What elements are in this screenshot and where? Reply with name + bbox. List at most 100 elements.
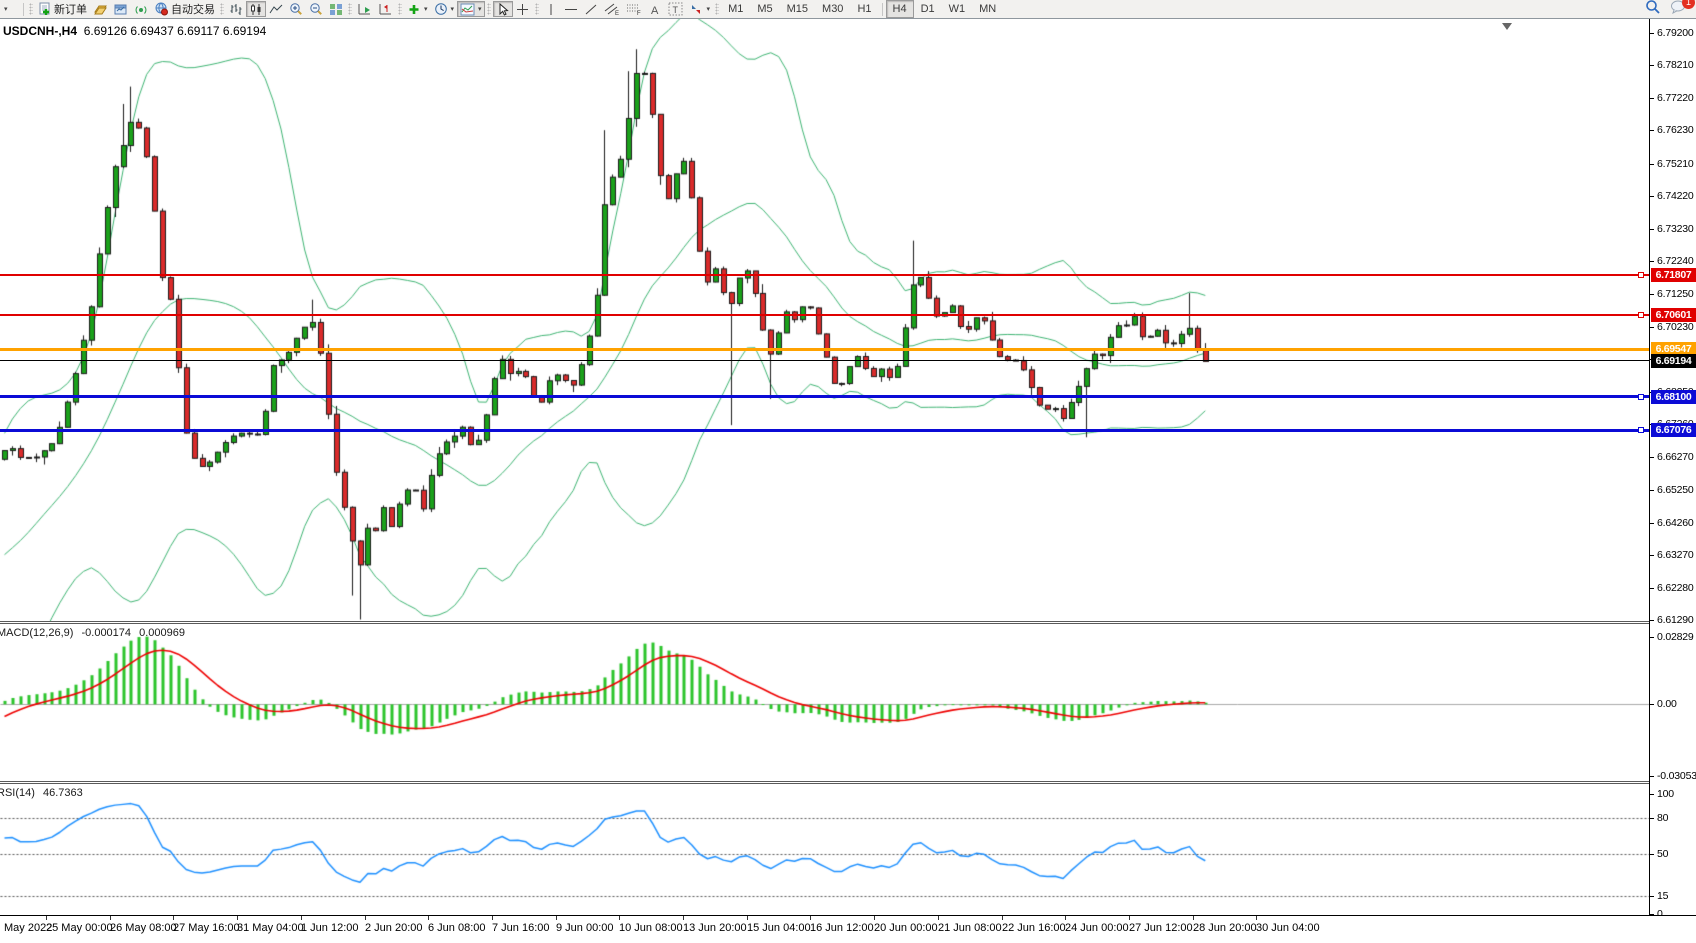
price-tick-label: 6.78210: [1650, 59, 1696, 71]
vertical-line-button[interactable]: [541, 1, 561, 17]
fibonacci-icon: F: [626, 2, 642, 16]
tile-windows-button[interactable]: [326, 1, 346, 17]
autotrading-label: 自动交易: [171, 1, 215, 17]
price-tick-label: 6.63270: [1650, 549, 1696, 561]
time-tick: [1129, 916, 1130, 920]
hline-6.70601[interactable]: [0, 314, 1649, 316]
price-tick-label: 6.64260: [1650, 517, 1696, 529]
zoom-in-icon: [289, 2, 303, 16]
hline-handle[interactable]: [1638, 394, 1644, 400]
auto-scroll-button[interactable]: [354, 1, 375, 17]
symbol-dropdown[interactable]: ▾: [0, 1, 20, 17]
fibonacci-button[interactable]: F: [623, 1, 645, 17]
rsi-axis-label: 80: [1650, 812, 1696, 824]
time-tick: [110, 916, 111, 920]
chart-symbol-label: USDCNH-,H4 6.69126 6.69437 6.69117 6.691…: [3, 24, 266, 38]
hline-handle[interactable]: [1638, 312, 1644, 318]
svg-text:T: T: [672, 5, 678, 15]
price-chart-panel[interactable]: USDCNH-,H4 6.69126 6.69437 6.69117 6.691…: [0, 19, 1649, 621]
search-button[interactable]: [1645, 0, 1660, 19]
cursor-button[interactable]: [493, 1, 513, 17]
macd-value: -0.000174: [81, 627, 131, 639]
channel-button[interactable]: E: [601, 1, 623, 17]
text-icon: A: [649, 3, 661, 16]
hline-6.68100[interactable]: [0, 395, 1649, 398]
zoom-out-button[interactable]: [306, 1, 326, 17]
rsi-value: 46.7363: [43, 787, 83, 799]
templates-icon: [460, 3, 475, 16]
price-tick-label: 6.72240: [1650, 255, 1696, 267]
crosshair-button[interactable]: [513, 1, 533, 17]
timeframe-button-h1[interactable]: H1: [850, 0, 878, 18]
price-tick-label: 6.61290: [1650, 614, 1696, 626]
timeframe-button-m15[interactable]: M15: [780, 0, 815, 18]
horizontal-line-button[interactable]: [561, 1, 581, 17]
timeframe-button-w1[interactable]: W1: [942, 0, 973, 18]
time-tick: [747, 916, 748, 920]
timeframe-button-m5[interactable]: M5: [750, 0, 779, 18]
toolbar: ▾ 新订单 自动交易 ▾: [0, 0, 1696, 19]
indicators-button[interactable]: ▾: [404, 1, 431, 17]
price-tick-label: 6.73230: [1650, 223, 1696, 235]
bar-chart-button[interactable]: [226, 1, 246, 17]
price-tick-label: 6.70230: [1650, 321, 1696, 333]
timeframe-button-h4[interactable]: H4: [886, 0, 914, 18]
timeframe-button-m1[interactable]: M1: [721, 0, 750, 18]
rsi-panel[interactable]: RSI(14) 46.7363: [0, 784, 1649, 914]
time-tick: [173, 916, 174, 920]
line-chart-button[interactable]: [266, 1, 286, 17]
time-axis[interactable]: May 202225 May 00:0026 May 08:0027 May 1…: [0, 916, 1696, 943]
macd-panel[interactable]: MACD(12,26,9) -0.000174 0.000969: [0, 624, 1649, 780]
chat-button[interactable]: 1: [1670, 0, 1686, 19]
trendline-icon: [584, 3, 598, 16]
hline-6.69194[interactable]: [0, 360, 1649, 361]
price-tick-label: 6.65250: [1650, 484, 1696, 496]
autotrading-button[interactable]: 自动交易: [151, 1, 218, 17]
price-tick-label: 6.71250: [1650, 288, 1696, 300]
price-level-badge: 6.71807: [1651, 268, 1696, 282]
price-axis[interactable]: 6.792006.782106.772206.762306.752106.742…: [1650, 19, 1696, 915]
arrows-button[interactable]: ▾: [686, 1, 714, 17]
price-level-badge: 6.69194: [1651, 354, 1696, 368]
timeframe-button-d1[interactable]: D1: [914, 0, 942, 18]
candlestick-chart-button[interactable]: [246, 1, 266, 17]
trendline-button[interactable]: [581, 1, 601, 17]
new-order-button[interactable]: 新订单: [35, 1, 90, 17]
text-button[interactable]: A: [645, 1, 665, 17]
hline-6.67076[interactable]: [0, 429, 1649, 432]
arrows-icon: [689, 3, 704, 16]
timeframe-bar: M1M5M15M30H1 H4D1W1MN: [721, 0, 1003, 18]
templates-button[interactable]: ▾: [457, 1, 485, 17]
time-tick: [938, 916, 939, 920]
hline-handle[interactable]: [1638, 427, 1644, 433]
time-axis-label: 1 Jun 12:00: [301, 922, 359, 934]
timeframe-button-m30[interactable]: M30: [815, 0, 850, 18]
hline-handle[interactable]: [1638, 272, 1644, 278]
zoom-in-button[interactable]: [286, 1, 306, 17]
macd-axis-label: -0.030537: [1650, 770, 1696, 782]
chevron-down-icon: ▾: [707, 5, 711, 13]
tile-windows-icon: [329, 3, 343, 16]
hline-6.71807[interactable]: [0, 274, 1649, 276]
price-chart-canvas[interactable]: [0, 19, 1649, 621]
signals-button[interactable]: [131, 1, 151, 17]
price-tick-label: 6.76230: [1650, 124, 1696, 136]
chart-shift-marker[interactable]: [1502, 23, 1512, 30]
price-tick-label: 6.66270: [1650, 451, 1696, 463]
macd-canvas[interactable]: [0, 624, 1649, 780]
time-tick: [1193, 916, 1194, 920]
hline-6.69547[interactable]: [0, 348, 1649, 351]
profiles-button[interactable]: [111, 1, 131, 17]
rsi-canvas[interactable]: [0, 784, 1649, 914]
timeframe-button-mn[interactable]: MN: [972, 0, 1003, 18]
text-label-button[interactable]: T: [665, 1, 686, 17]
periods-button[interactable]: ▾: [431, 1, 458, 17]
new-chart-button[interactable]: [90, 1, 111, 17]
time-axis-label: 21 Jun 08:00: [938, 922, 1002, 934]
time-axis-label: 25 May 00:00: [46, 922, 113, 934]
chart-shift-button[interactable]: [375, 1, 396, 17]
time-tick: [365, 916, 366, 920]
zoom-out-icon: [309, 2, 323, 16]
chevron-down-icon: ▾: [4, 5, 8, 13]
time-tick: [1002, 916, 1003, 920]
